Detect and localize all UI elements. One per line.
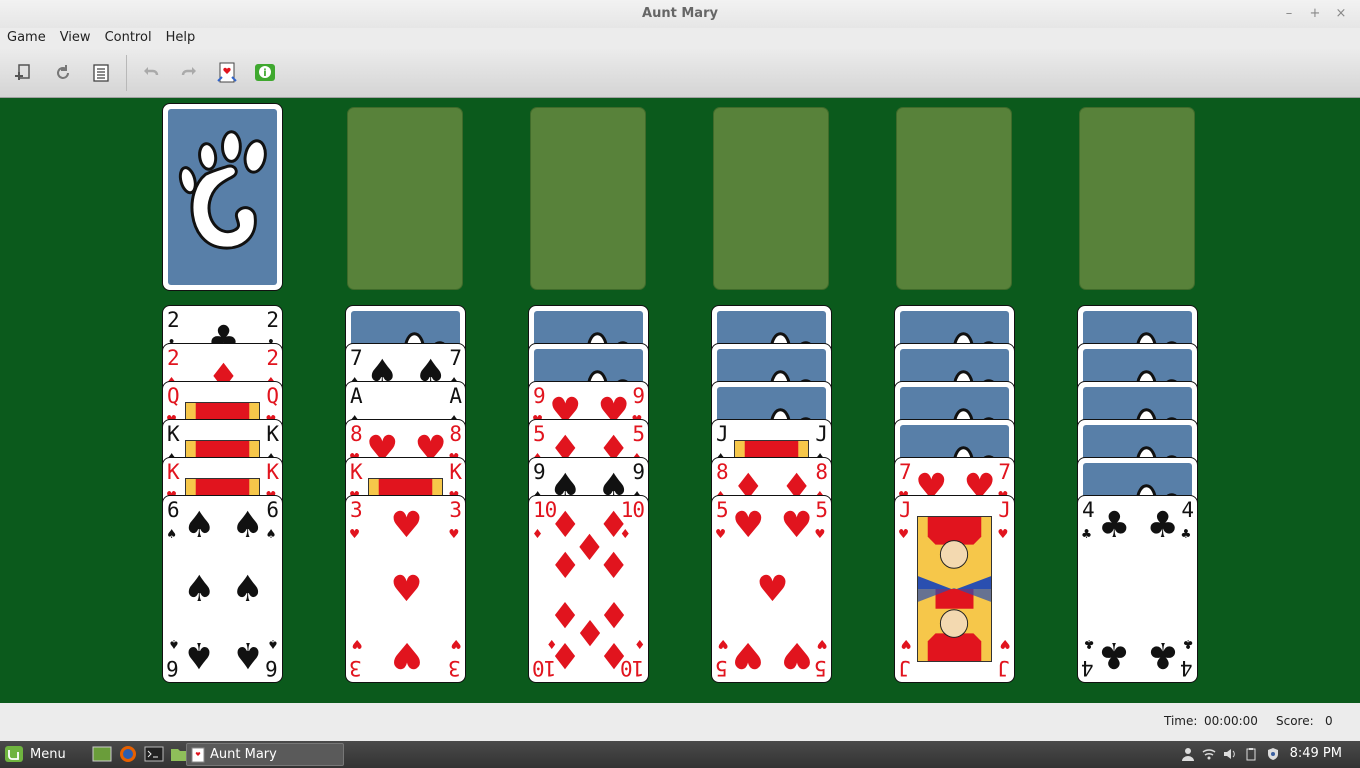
diamond-pip-icon: ♦ (549, 633, 582, 675)
spade-pip-icon: ♠ (183, 569, 216, 610)
clock: 8:49 PM (1289, 746, 1342, 761)
foundation-slot-2[interactable] (530, 107, 646, 290)
card-j-of-hearts[interactable]: J ♥ J ♥ J ♥ J ♥ (894, 495, 1015, 683)
foundation-slot-1[interactable] (347, 107, 463, 290)
card-index: 5 ♥ (716, 498, 729, 543)
card-10-of-diamonds[interactable]: 10 ♦ 10 ♦ 10 ♦ 10 ♦ ♦ ♦ ♦ ♦ ♦ ♦ ♦ ♦ ♦ ♦ (528, 495, 649, 683)
taskbar: Menu Aunt Mary 8:49 PM (0, 741, 1360, 768)
card-index: 4 ♣ (1181, 498, 1194, 543)
start-menu-button[interactable]: Menu (4, 745, 190, 763)
info-icon[interactable]: i (251, 59, 279, 87)
menu-control[interactable]: Control (98, 28, 159, 48)
taskbar-window-label: Aunt Mary (210, 747, 277, 762)
heart-pip-icon: ♥ (732, 505, 765, 547)
taskbar-window-aunt-mary[interactable]: Aunt Mary (186, 743, 344, 766)
heart-pip-icon: ♥ (780, 505, 813, 547)
stock-pile[interactable] (162, 103, 283, 291)
time-value: 00:00:00 (1204, 714, 1258, 728)
menu-view[interactable]: View (53, 28, 98, 48)
card-index: 3 ♥ (449, 635, 461, 680)
card-index: 6 ♠ (167, 635, 179, 680)
firefox-icon[interactable] (118, 745, 138, 763)
window-title: Aunt Mary (642, 6, 718, 21)
spade-pip-icon: ♠ (231, 505, 264, 547)
card-index: 3 ♥ (350, 498, 363, 543)
menu-game[interactable]: Game (0, 28, 53, 48)
heart-pip-icon: ♥ (390, 505, 423, 547)
diamond-pip-icon: ♦ (597, 546, 630, 588)
start-menu-label: Menu (30, 746, 66, 762)
card-index: 3 ♥ (350, 635, 362, 680)
statistics-icon[interactable] (87, 59, 115, 87)
card-index: J ♥ (998, 635, 1010, 680)
volume-icon[interactable] (1223, 747, 1237, 761)
toolbar-separator (126, 55, 127, 91)
foundation-slot-3[interactable] (713, 107, 829, 290)
card-index: J ♥ (899, 498, 912, 543)
card-index: 5 ♥ (815, 635, 827, 680)
menu-bar: Game View Control Help (0, 28, 1360, 48)
heart-pip-icon: ♥ (390, 569, 423, 610)
heart-pip-icon: ♥ (390, 633, 423, 675)
card-index: J ♥ (998, 498, 1011, 543)
title-bar: Aunt Mary – + × (0, 0, 1360, 28)
mint-logo-icon (5, 746, 23, 762)
terminal-icon[interactable] (144, 745, 164, 763)
toolbar: i (0, 48, 1360, 98)
card-index: 4 ♣ (1082, 498, 1095, 543)
club-pip-icon: ♣ (1146, 505, 1179, 547)
solitaire-app-icon (191, 747, 205, 762)
time-label: Time: (1164, 714, 1198, 728)
score-label: Score: (1276, 714, 1314, 728)
diamond-pip-icon: ♦ (597, 633, 630, 675)
court-figure-j (917, 516, 992, 662)
card-3-of-hearts[interactable]: 3 ♥ 3 ♥ 3 ♥ 3 ♥ ♥ ♥ ♥ (345, 495, 466, 683)
card-index: 6 ♠ (167, 498, 180, 543)
spade-pip-icon: ♠ (183, 505, 216, 547)
foundation-slot-4[interactable] (896, 107, 1012, 290)
new-game-icon[interactable] (9, 59, 37, 87)
card-index: 3 ♥ (449, 498, 462, 543)
foundation-slot-5[interactable] (1079, 107, 1195, 290)
card-index: 4 ♣ (1181, 635, 1193, 680)
spade-pip-icon: ♠ (231, 633, 264, 675)
heart-pip-icon: ♥ (756, 569, 789, 610)
club-pip-icon: ♣ (1146, 633, 1179, 675)
card-index: 5 ♥ (716, 635, 728, 680)
card-index: 5 ♥ (815, 498, 828, 543)
card-index: J ♥ (899, 635, 911, 680)
svg-text:i: i (263, 68, 266, 79)
card-index: 6 ♠ (266, 635, 278, 680)
window-controls: – + × (1278, 0, 1352, 28)
wifi-icon[interactable] (1202, 747, 1216, 761)
minimize-button[interactable]: – (1278, 3, 1300, 25)
close-button[interactable]: × (1330, 3, 1352, 25)
diamond-pip-icon: ♦ (549, 546, 582, 588)
status-bar: Time: 00:00:00 Score: 0 (0, 703, 1360, 741)
hint-icon[interactable] (213, 59, 241, 87)
spade-pip-icon: ♠ (183, 633, 216, 675)
maximize-button[interactable]: + (1304, 3, 1326, 25)
card-index: 4 ♣ (1082, 635, 1094, 680)
menu-help[interactable]: Help (159, 28, 203, 48)
club-pip-icon: ♣ (1098, 505, 1131, 547)
undo-icon[interactable] (137, 59, 165, 87)
card-4-of-clubs[interactable]: 4 ♣ 4 ♣ 4 ♣ 4 ♣ ♣ ♣ ♣ ♣ (1077, 495, 1198, 683)
score-value: 0 (1325, 714, 1333, 728)
update-shield-icon[interactable] (1266, 747, 1280, 761)
heart-pip-icon: ♥ (780, 633, 813, 675)
clipboard-icon[interactable] (1244, 747, 1258, 761)
show-desktop-icon[interactable] (92, 745, 112, 763)
card-6-of-spades[interactable]: 6 ♠ 6 ♠ 6 ♠ 6 ♠ ♠ ♠ ♠ ♠ ♠ ♠ (162, 495, 283, 683)
redo-icon[interactable] (175, 59, 203, 87)
club-pip-icon: ♣ (1098, 633, 1131, 675)
heart-pip-icon: ♥ (732, 633, 765, 675)
card-back-foot-icon (168, 109, 277, 285)
restart-icon[interactable] (49, 59, 77, 87)
user-icon[interactable] (1181, 747, 1195, 761)
card-index: 6 ♠ (266, 498, 279, 543)
spade-pip-icon: ♠ (231, 569, 264, 610)
card-5-of-hearts[interactable]: 5 ♥ 5 ♥ 5 ♥ 5 ♥ ♥ ♥ ♥ ♥ ♥ (711, 495, 832, 683)
